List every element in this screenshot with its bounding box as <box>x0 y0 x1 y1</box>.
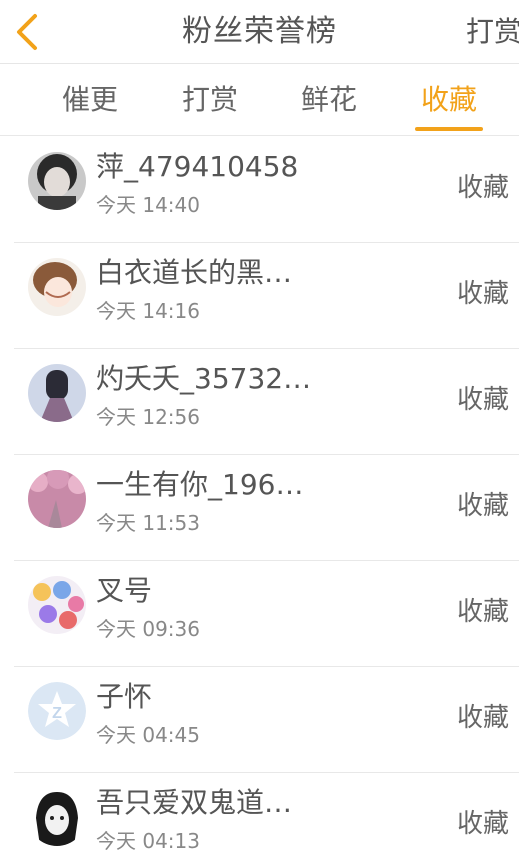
fan-name: 萍_479410458 <box>96 150 299 183</box>
page-title: 粉丝荣誉榜 <box>182 14 337 49</box>
fan-name: 白衣道长的黑… <box>96 256 293 289</box>
action-label: 收藏 <box>456 703 509 733</box>
list-item[interactable]: 萍_479410458 今天 14:40 收藏 <box>14 137 519 243</box>
timestamp: 今天 11:53 <box>96 511 200 535</box>
timestamp: 今天 04:13 <box>96 829 200 853</box>
tab-bar: 催更 打赏 鲜花 收藏 <box>0 64 519 136</box>
avatar <box>28 788 86 846</box>
timestamp: 今天 14:16 <box>96 299 200 323</box>
timestamp: 今天 12:56 <box>96 405 200 429</box>
list-item[interactable]: 吾只爱双鬼道… 今天 04:13 收藏 <box>14 773 519 857</box>
timestamp: 今天 14:40 <box>96 193 200 217</box>
action-label: 收藏 <box>456 173 509 203</box>
tab-urge[interactable]: 催更 <box>40 64 140 136</box>
avatar: Z <box>28 682 86 740</box>
tab-reward[interactable]: 打赏 <box>160 64 260 136</box>
top-bar: 粉丝荣誉榜 打赏 <box>0 0 519 64</box>
avatar <box>28 364 86 422</box>
list-item[interactable]: 叉号 今天 09:36 收藏 <box>14 561 519 667</box>
avatar <box>28 258 86 316</box>
tab-label: 收藏 <box>420 83 477 116</box>
timestamp: 今天 09:36 <box>96 617 200 641</box>
header-right-tab[interactable]: 打赏 <box>466 0 519 64</box>
fan-name: 灼夭夭_35732… <box>96 362 312 395</box>
app-screen: 粉丝荣誉榜 打赏 催更 打赏 鲜花 收藏 萍_479410458 今天 14:4… <box>0 0 519 857</box>
tab-label: 鲜花 <box>300 83 357 116</box>
action-label: 收藏 <box>456 491 509 521</box>
fan-name: 子怀 <box>96 680 153 713</box>
tab-label: 催更 <box>61 83 118 116</box>
active-tab-indicator <box>415 127 483 131</box>
fan-name: 吾只爱双鬼道… <box>96 786 293 819</box>
action-label: 收藏 <box>456 385 509 415</box>
action-label: 收藏 <box>456 279 509 309</box>
avatar <box>28 152 86 210</box>
tab-label: 打赏 <box>181 83 238 116</box>
tab-favorites[interactable]: 收藏 <box>399 64 499 136</box>
list-item[interactable]: Z 子怀 今天 04:45 收藏 <box>14 667 519 773</box>
list-item[interactable]: 一生有你_196… 今天 11:53 收藏 <box>14 455 519 561</box>
tab-flowers[interactable]: 鲜花 <box>279 64 379 136</box>
list-item[interactable]: 白衣道长的黑… 今天 14:16 收藏 <box>14 243 519 349</box>
avatar <box>28 470 86 528</box>
avatar <box>28 576 86 634</box>
svg-text:Z: Z <box>52 705 62 722</box>
action-label: 收藏 <box>456 597 509 627</box>
fan-name: 一生有你_196… <box>96 468 304 501</box>
action-label: 收藏 <box>456 809 509 839</box>
list-item[interactable]: 灼夭夭_35732… 今天 12:56 收藏 <box>14 349 519 455</box>
timestamp: 今天 04:45 <box>96 723 200 747</box>
fan-name: 叉号 <box>96 574 153 607</box>
fan-list: 萍_479410458 今天 14:40 收藏 白衣道长的黑… 今天 14:16… <box>0 137 519 857</box>
